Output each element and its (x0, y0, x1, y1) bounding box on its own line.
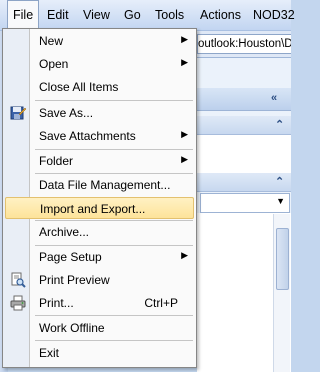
menu-item-data-file-management[interactable]: Data File Management... (5, 174, 194, 196)
menu-go-label: Go (124, 8, 141, 22)
scrollbar-thumb[interactable] (276, 228, 289, 290)
chevron-down-icon: ▼ (276, 196, 285, 206)
collapse-section-icon[interactable]: ⌃ (275, 118, 284, 131)
menu-item-close-all-items[interactable]: Close All Items (5, 76, 194, 98)
menu-item-work-offline[interactable]: Work Offline (5, 317, 194, 339)
menu-item-label: Close All Items (39, 80, 119, 94)
menu-item-label: Exit (39, 346, 60, 360)
menu-item-import-and-export[interactable]: Import and Export... (5, 197, 194, 219)
pane-header: « (197, 88, 291, 111)
menu-item-label: Open (39, 57, 69, 71)
menu-item-label: Work Offline (39, 321, 105, 335)
address-toolbar: outlook:Houston\De (197, 31, 291, 58)
submenu-arrow-icon: ▶ (181, 129, 188, 139)
save-as-icon (10, 105, 27, 121)
pane-section-header-2: ⌃ (197, 173, 291, 192)
submenu-arrow-icon: ▶ (181, 34, 188, 44)
menu-tools[interactable]: Tools (150, 0, 189, 30)
menu-view-label: View (83, 8, 110, 22)
file-menu-dropdown: New ▶ Open ▶ Close All Items Save As... … (2, 28, 197, 368)
menu-item-label: Folder (39, 154, 74, 168)
menu-item-open[interactable]: Open ▶ (5, 53, 194, 75)
menu-separator (35, 100, 193, 101)
pane-dropdown[interactable]: ▼ (200, 193, 290, 213)
menu-item-label: Save As... (39, 106, 94, 120)
menu-item-label: Archive... (39, 225, 90, 239)
menu-actions[interactable]: Actions (195, 0, 246, 30)
menu-separator (35, 340, 193, 341)
address-value: outlook:Houston\De (198, 38, 291, 50)
menu-file-label: File (13, 8, 34, 22)
pane-section-header-1: ⌃ (197, 116, 291, 135)
menu-item-folder[interactable]: Folder ▶ (5, 150, 194, 172)
menu-item-label: Data File Management... (39, 178, 171, 192)
menu-file[interactable]: File (7, 0, 40, 30)
submenu-arrow-icon: ▶ (181, 250, 188, 260)
menu-item-label: Import and Export... (40, 202, 146, 216)
menu-item-label: Print Preview (39, 273, 110, 287)
menu-go[interactable]: Go (119, 0, 146, 30)
menu-edit-label: Edit (47, 8, 69, 22)
menu-edit[interactable]: Edit (42, 0, 74, 30)
address-field[interactable]: outlook:Houston\De (197, 34, 291, 54)
menu-item-label: Print... (39, 296, 74, 310)
pane-section-body-1 (197, 135, 291, 173)
menu-nod32[interactable]: NOD32 (248, 0, 300, 30)
menu-separator (35, 315, 193, 316)
menu-item-archive[interactable]: Archive... (5, 221, 194, 243)
printer-icon (10, 295, 26, 311)
menu-bar: File Edit View Go Tools Actions NOD32 (0, 0, 295, 31)
menu-item-label: Save Attachments (39, 129, 136, 143)
menu-item-save-attachments[interactable]: Save Attachments ▶ (5, 125, 194, 147)
menu-item-save-as[interactable]: Save As... (5, 102, 194, 124)
menu-actions-label: Actions (200, 8, 241, 22)
pane-scrollbar[interactable] (273, 214, 290, 372)
collapse-pane-icon[interactable]: « (271, 92, 277, 104)
collapse-section-icon[interactable]: ⌃ (275, 175, 284, 188)
submenu-arrow-icon: ▶ (181, 154, 188, 164)
menu-item-new[interactable]: New ▶ (5, 30, 194, 52)
menu-item-print-preview[interactable]: Print Preview (5, 269, 194, 291)
menu-item-label: New (39, 34, 64, 48)
menu-item-label: Page Setup (39, 250, 102, 264)
submenu-arrow-icon: ▶ (181, 57, 188, 67)
menu-item-exit[interactable]: Exit (5, 342, 194, 364)
menu-tools-label: Tools (155, 8, 185, 22)
menu-item-page-setup[interactable]: Page Setup ▶ (5, 246, 194, 268)
menu-item-shortcut: Ctrl+P (144, 296, 178, 310)
menu-view[interactable]: View (78, 0, 115, 30)
menu-item-print[interactable]: Print... Ctrl+P (5, 292, 194, 314)
menu-nod32-label: NOD32 (253, 8, 295, 22)
print-preview-icon (10, 272, 26, 288)
